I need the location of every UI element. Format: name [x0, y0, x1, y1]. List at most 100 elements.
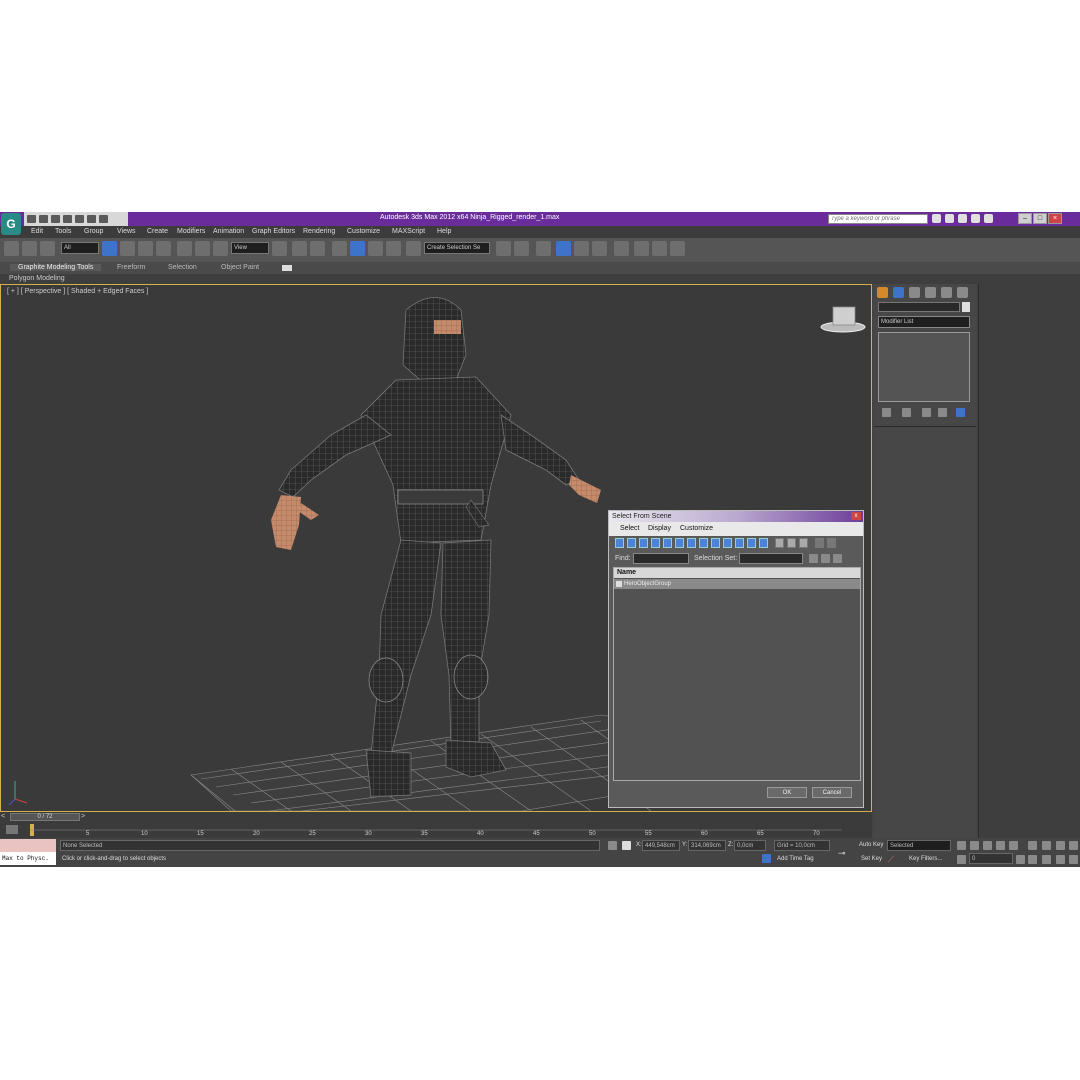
undo-icon[interactable] — [63, 215, 72, 223]
utilities-tab-icon[interactable] — [957, 287, 968, 298]
application-logo-icon[interactable]: G — [1, 213, 21, 235]
pivot-center-icon[interactable] — [272, 241, 287, 256]
maxscript-listener-input[interactable]: Max to Physc. — [0, 852, 56, 865]
unlink-icon[interactable] — [22, 241, 37, 256]
add-time-tag-button[interactable]: Add Time Tag — [777, 856, 814, 862]
maxscript-listener-output[interactable] — [0, 839, 56, 852]
track-bar[interactable]: 5 10 15 20 25 30 35 40 45 50 55 60 65 70 — [0, 822, 872, 838]
configure-modifier-sets-icon[interactable] — [956, 408, 965, 417]
find-input[interactable] — [633, 553, 689, 564]
graphite-toggle-icon[interactable] — [556, 241, 571, 256]
time-tag-icon[interactable] — [762, 854, 771, 863]
favorites-star-icon[interactable] — [971, 214, 980, 223]
zoom-icon[interactable] — [1028, 841, 1037, 850]
save-file-icon[interactable] — [51, 215, 60, 223]
set-key-button[interactable]: Set Key — [861, 856, 882, 862]
viewcube-icon[interactable] — [820, 306, 866, 333]
move-icon[interactable] — [177, 241, 192, 256]
create-tab-icon[interactable] — [877, 287, 888, 298]
ribbon-options-icon[interactable] — [282, 265, 292, 271]
rectangular-selection-icon[interactable] — [138, 241, 153, 256]
create-selection-set-icon[interactable] — [809, 554, 818, 563]
object-color-swatch[interactable] — [962, 302, 970, 312]
spinner-snap-icon[interactable] — [386, 241, 401, 256]
delete-selection-set-icon[interactable] — [821, 554, 830, 563]
layer-manager-icon[interactable] — [536, 241, 551, 256]
named-selection-dropdown[interactable]: Create Selection Se — [424, 242, 490, 254]
previous-frame-icon[interactable] — [970, 841, 979, 850]
name-column-header[interactable]: Name — [614, 568, 860, 578]
motion-tab-icon[interactable] — [925, 287, 936, 298]
selection-filter-dropdown[interactable]: All — [61, 242, 99, 254]
display-geometry-icon[interactable] — [615, 538, 624, 548]
reference-coordinate-dropdown[interactable]: View — [231, 242, 269, 254]
modify-tab-icon[interactable] — [893, 287, 904, 298]
play-icon[interactable] — [983, 841, 992, 850]
display-children-icon[interactable] — [799, 538, 808, 548]
key-filters-button[interactable]: Key Filters... — [909, 856, 942, 862]
selection-lock-icon[interactable] — [608, 841, 617, 850]
help-icon[interactable] — [984, 214, 993, 223]
material-editor-icon[interactable] — [614, 241, 629, 256]
dialog-menu-display[interactable]: Display — [648, 525, 671, 532]
subscription-icon[interactable] — [945, 214, 954, 223]
time-next-arrow-icon[interactable]: > — [81, 813, 85, 820]
polygon-modeling-panel[interactable]: Polygon Modeling — [0, 274, 1080, 284]
open-file-icon[interactable] — [39, 215, 48, 223]
make-unique-icon[interactable] — [922, 408, 931, 417]
minimize-button[interactable]: – — [1018, 213, 1032, 224]
menu-help[interactable]: Help — [437, 228, 451, 235]
menu-tools[interactable]: Tools — [55, 228, 71, 235]
highlight-selection-set-icon[interactable] — [833, 554, 842, 563]
select-object-icon[interactable] — [102, 241, 117, 256]
menu-group[interactable]: Group — [84, 228, 103, 235]
display-all-icon[interactable] — [759, 538, 768, 548]
key-icon[interactable]: ⊸ — [838, 848, 846, 859]
default-in-out-tangents-icon[interactable]: ⟋ — [888, 854, 894, 865]
display-lights-icon[interactable] — [639, 538, 648, 548]
display-helpers-icon[interactable] — [663, 538, 672, 548]
key-mode-toggle-icon[interactable] — [957, 855, 966, 864]
mirror-icon[interactable] — [496, 241, 511, 256]
align-icon[interactable] — [514, 241, 529, 256]
select-manipulate-icon[interactable] — [292, 241, 307, 256]
schematic-view-icon[interactable] — [592, 241, 607, 256]
y-coordinate-field[interactable]: 314,069cm — [688, 840, 726, 851]
project-folder-icon[interactable] — [87, 215, 96, 223]
filter-icon[interactable] — [815, 538, 824, 548]
rendered-frame-window-icon[interactable] — [652, 241, 667, 256]
hierarchy-tab-icon[interactable] — [909, 287, 920, 298]
search-input[interactable] — [828, 214, 928, 224]
communication-icon[interactable] — [958, 214, 967, 223]
percent-snap-icon[interactable] — [368, 241, 383, 256]
key-mode-dropdown[interactable]: Selected — [887, 840, 951, 851]
display-none-icon[interactable] — [775, 538, 784, 548]
time-slider[interactable]: < 0 / 72 > — [0, 812, 872, 822]
current-frame-field[interactable]: 0 — [969, 853, 1013, 864]
window-crossing-icon[interactable] — [156, 241, 171, 256]
tab-selection[interactable]: Selection — [168, 264, 197, 271]
next-frame-icon[interactable] — [996, 841, 1005, 850]
menu-rendering[interactable]: Rendering — [303, 228, 335, 235]
list-item[interactable]: HeroObjectGroup — [614, 579, 860, 589]
binoculars-icon[interactable] — [932, 214, 941, 223]
pin-stack-icon[interactable] — [882, 408, 891, 417]
scene-object-list[interactable]: Name HeroObjectGroup — [613, 567, 861, 781]
display-bones-icon[interactable] — [711, 538, 720, 548]
display-xrefs-icon[interactable] — [699, 538, 708, 548]
display-shapes-icon[interactable] — [627, 538, 636, 548]
angle-snap-icon[interactable] — [350, 241, 365, 256]
edit-named-selection-icon[interactable] — [406, 241, 421, 256]
pan-view-icon[interactable] — [1042, 855, 1051, 864]
remove-modifier-icon[interactable] — [938, 408, 947, 417]
menu-customize[interactable]: Customize — [347, 228, 380, 235]
absolute-mode-transform-icon[interactable] — [622, 841, 631, 850]
show-end-result-icon[interactable] — [902, 408, 911, 417]
snaps-toggle-icon[interactable] — [332, 241, 347, 256]
display-containers-icon[interactable] — [723, 538, 732, 548]
orbit-icon[interactable] — [1056, 855, 1065, 864]
tab-freeform[interactable]: Freeform — [117, 264, 145, 271]
dialog-menu-customize[interactable]: Customize — [680, 525, 713, 532]
object-name-field[interactable] — [878, 302, 960, 312]
display-cameras-icon[interactable] — [651, 538, 660, 548]
